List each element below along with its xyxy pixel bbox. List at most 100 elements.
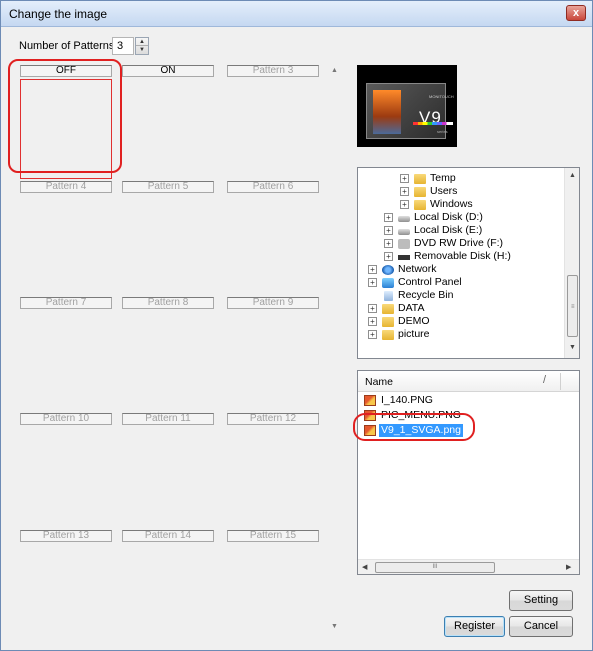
scroll-right-icon[interactable]: ▶ (566, 563, 571, 571)
file-name[interactable]: I_140.PNG (379, 394, 435, 407)
tree-scrollbar[interactable]: ▲ ≡ ▼ (564, 168, 579, 358)
pattern-label: Pattern 13 (20, 530, 112, 542)
pattern-cell-15: Pattern 15 (227, 530, 319, 542)
title-bar[interactable]: Change the image x (1, 1, 592, 27)
tree-item-label[interactable]: Recycle Bin (398, 289, 453, 302)
column-divider[interactable] (560, 373, 561, 390)
tree-item-label[interactable]: picture (398, 328, 430, 341)
pattern-cell-6: Pattern 6 (227, 181, 319, 193)
file-list-hscrollbar[interactable]: ◀ III ▶ (358, 559, 579, 574)
register-button[interactable]: Register (444, 616, 505, 637)
tree-item-label[interactable]: Control Panel (398, 276, 462, 289)
folder-icon (382, 304, 394, 314)
cancel-button[interactable]: Cancel (509, 616, 573, 637)
expand-icon[interactable]: + (384, 213, 393, 222)
expand-icon[interactable]: + (400, 187, 409, 196)
disk-icon (398, 229, 410, 235)
scroll-thumb[interactable]: ≡ (567, 275, 578, 337)
pattern-label: Pattern 10 (20, 413, 112, 425)
pattern-cell-7: Pattern 7 (20, 297, 112, 309)
tree-item-label[interactable]: Users (430, 185, 457, 198)
tree-item-label[interactable]: DEMO (398, 315, 430, 328)
recycle-bin-icon (384, 291, 393, 301)
expand-icon[interactable]: + (400, 200, 409, 209)
tree-item-label[interactable]: Local Disk (E:) (414, 224, 482, 237)
expand-icon[interactable]: + (368, 317, 377, 326)
change-image-dialog: Change the image x Number of Patterns 3 … (0, 0, 593, 651)
pattern-cell-4: Pattern 4 (20, 181, 112, 193)
dvd-icon (398, 239, 410, 249)
scroll-down-icon[interactable]: ▼ (569, 344, 576, 351)
pattern-label: Pattern 9 (227, 297, 319, 309)
expand-icon[interactable]: + (384, 239, 393, 248)
expand-icon[interactable]: + (368, 278, 377, 287)
pattern-label: Pattern 12 (227, 413, 319, 425)
scroll-left-icon[interactable]: ◀ (362, 563, 367, 571)
tree-item-label[interactable]: Network (398, 263, 437, 276)
window-title: Change the image (9, 7, 108, 21)
file-list-header[interactable]: Name / (358, 371, 579, 392)
folder-tree[interactable]: + Temp + Users + Windows + Local Disk (D… (357, 167, 580, 359)
pattern-label[interactable]: ON (122, 65, 214, 77)
expand-icon[interactable]: + (384, 252, 393, 261)
pattern-cell-9: Pattern 9 (227, 297, 319, 309)
selection-annotation (353, 413, 475, 441)
expand-icon[interactable]: + (368, 265, 377, 274)
spin-down-icon[interactable]: ▼ (136, 46, 148, 54)
pattern-cell-11: Pattern 11 (122, 413, 214, 425)
disk-icon (398, 216, 410, 222)
pattern-label[interactable]: Pattern 3 (227, 65, 319, 77)
grip-icon: ≡ (571, 304, 575, 310)
file-list[interactable]: Name / I_140.PNG PIC_MENU.PNG V9_1_SVGA.… (357, 370, 580, 575)
scroll-up-icon[interactable]: ▲ (331, 67, 338, 74)
folder-icon (414, 187, 426, 197)
pattern-cell-3[interactable]: Pattern 3 (227, 65, 319, 77)
spin-up-icon[interactable]: ▲ (136, 38, 148, 46)
pattern-label: Pattern 11 (122, 413, 214, 425)
pattern-label: Pattern 14 (122, 530, 214, 542)
preview-series: series (437, 129, 448, 134)
tree-item-label[interactable]: Removable Disk (H:) (414, 250, 511, 263)
scroll-up-icon[interactable]: ▲ (569, 172, 576, 179)
expand-icon[interactable]: + (368, 304, 377, 313)
scroll-down-icon[interactable]: ▼ (331, 623, 338, 630)
pattern-label: Pattern 6 (227, 181, 319, 193)
removable-disk-icon (398, 255, 410, 260)
preview-title: V9 (419, 108, 442, 127)
sort-icon: / (543, 374, 547, 386)
pattern-cell-2[interactable]: ON (122, 65, 214, 77)
tree-item-label[interactable]: Temp (430, 172, 456, 185)
tree-item-label[interactable]: DATA (398, 302, 424, 315)
pattern-label: Pattern 7 (20, 297, 112, 309)
pattern-cell-5: Pattern 5 (122, 181, 214, 193)
pattern-cell-13: Pattern 13 (20, 530, 112, 542)
expand-icon[interactable]: + (400, 174, 409, 183)
pattern-cell-10: Pattern 10 (20, 413, 112, 425)
expand-icon[interactable]: + (384, 226, 393, 235)
tree-item-label[interactable]: Local Disk (D:) (414, 211, 483, 224)
folder-icon (414, 200, 426, 210)
preview-device-icon: MONITOUCH V9 series (366, 83, 454, 139)
pattern-scrollbar[interactable]: ▲ ▼ (328, 63, 342, 638)
network-icon (382, 265, 394, 275)
pattern-label: Pattern 5 (122, 181, 214, 193)
image-preview: MONITOUCH V9 series (357, 65, 457, 147)
close-button[interactable]: x (566, 5, 586, 21)
preview-scene (373, 90, 401, 134)
setting-button[interactable]: Setting (509, 590, 573, 611)
image-file-icon (364, 395, 376, 406)
control-panel-icon (382, 278, 394, 288)
tree-item-label[interactable]: DVD RW Drive (F:) (414, 237, 503, 250)
preview-brand: MONITOUCH (429, 94, 454, 99)
column-header-name[interactable]: Name (365, 376, 393, 388)
number-of-patterns-spinner[interactable]: ▲ ▼ (135, 37, 149, 55)
tree-item-label[interactable]: Windows (430, 198, 473, 211)
folder-icon (382, 330, 394, 340)
expand-icon[interactable]: + (368, 330, 377, 339)
pattern-label: Pattern 8 (122, 297, 214, 309)
pattern-label: Pattern 4 (20, 181, 112, 193)
scroll-thumb[interactable]: III (375, 562, 495, 573)
folder-icon (382, 317, 394, 327)
number-of-patterns-input[interactable]: 3 (112, 37, 134, 55)
folder-icon (414, 174, 426, 184)
